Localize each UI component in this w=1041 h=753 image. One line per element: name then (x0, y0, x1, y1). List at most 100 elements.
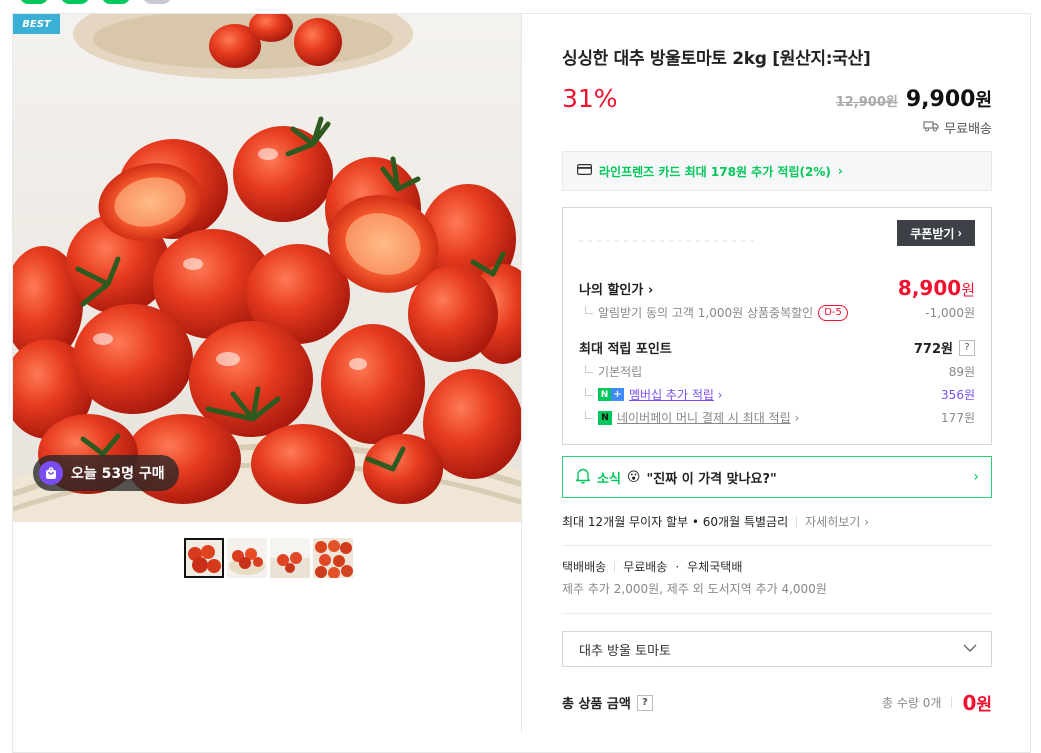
thumbnail-3[interactable] (270, 538, 310, 578)
installment-detail-link[interactable]: 자세히보기 › (805, 513, 869, 530)
total-quantity: 총 수량 0개 (882, 696, 942, 710)
chevron-right-icon: › (957, 226, 962, 240)
coupon-button-label: 쿠폰받기 (910, 226, 955, 241)
delivery-carrier: 우체국택배 (687, 560, 743, 574)
original-price: 12,900원 (835, 95, 898, 110)
product-title: 싱싱한 대추 방울토마토 2kg [원산지:국산] (562, 49, 871, 69)
column-divider (521, 13, 522, 733)
indent-mark (585, 411, 593, 419)
max-points-label: 최대 적립 포인트 (579, 342, 672, 357)
indent-mark (585, 365, 593, 373)
thumbnail-1[interactable] (184, 538, 224, 578)
card-benefit-banner[interactable]: 라인프렌즈 카드 최대 178원 추가 적립(2%) › (562, 151, 992, 191)
top-tab-indicators (20, 0, 171, 4)
total-price: 0원 (962, 690, 992, 715)
coupon-description-placeholder (579, 240, 759, 242)
chevron-right-icon: › (717, 388, 723, 402)
news-banner[interactable]: 소식 😮 "진짜 이 가격 맞나요?" › (562, 456, 992, 498)
delivery-info: 택배배송 무료배송 · 우체국택배 (562, 558, 742, 575)
delivery-extra-fee-note: 제주 추가 2,000원, 제주 외 도서지역 추가 4,000원 (562, 582, 827, 596)
total-label: 총 상품 금액 (562, 697, 631, 712)
news-text: "진짜 이 가격 맞나요?" (646, 471, 777, 487)
indent-mark (585, 306, 593, 314)
card-benefit-text: 라인프렌즈 카드 최대 178원 추가 적립(2%) (599, 164, 831, 179)
sale-price: 9,900원 (906, 86, 992, 112)
total-price-row: 총 상품 금액? 총 수량 0개 0원 (562, 690, 992, 715)
separator (614, 561, 616, 572)
sale-price-unit: 원 (975, 90, 992, 111)
sale-price-number: 9,900 (905, 87, 976, 112)
credit-card-icon (577, 164, 593, 178)
installment-text: 최대 12개월 무이자 할부 • 60개월 특별금리 (562, 515, 789, 529)
chevron-right-icon: › (973, 469, 979, 485)
npay-points-value: 177원 (941, 411, 975, 425)
npay-label: 네이버페이 머니 결제 시 최대 적립 (617, 411, 791, 425)
tomato-photo (13, 14, 521, 522)
naver-plus-membership-icon: N + (598, 388, 624, 401)
chevron-down-icon (963, 644, 977, 652)
price-area: 12,900원 9,900원 (836, 86, 992, 112)
delivery-type: 택배배송 (562, 560, 607, 574)
option-select[interactable]: 대추 방울 토마토 (562, 631, 992, 667)
thumbnail-list (184, 538, 353, 578)
alarm-discount-row: 알림받기 동의 고객 1,000원 상품중복할인 D-5 -1,000원 (579, 304, 975, 321)
indent-mark (585, 388, 593, 396)
surprised-emoji-icon: 😮 (626, 469, 641, 485)
shipping-info: 무료배송 (923, 118, 992, 137)
thumbnail-4[interactable] (313, 538, 353, 578)
basic-points-label: 기본적립 (598, 365, 643, 379)
max-points-value: 772원 (913, 342, 953, 357)
npay-points-row: N 네이버페이 머니 결제 시 최대 적립 › 177원 (579, 409, 975, 426)
indicator-dot (102, 0, 130, 4)
coupon-download-button[interactable]: 쿠폰받기 › (897, 220, 975, 246)
delivery-fee: 무료배송 (623, 560, 668, 574)
npay-link[interactable]: 네이버페이 머니 결제 시 최대 적립 › (617, 409, 799, 426)
option-selected-value: 대추 방울 토마토 (579, 643, 671, 659)
help-icon[interactable]: ? (959, 339, 975, 356)
truck-icon (923, 120, 939, 136)
my-price-label-link[interactable]: 나의 할인가 › (579, 279, 653, 298)
installment-info: 최대 12개월 무이자 할부 • 60개월 특별금리 자세히보기 › (562, 513, 869, 530)
chevron-right-icon: › (794, 411, 800, 425)
alarm-discount-value: -1,000원 (925, 306, 975, 320)
max-points-row: 최대 적립 포인트 772원? (579, 338, 975, 357)
shipping-text: 무료배송 (944, 122, 992, 137)
today-purchase-text: 오늘 53명 구매 (71, 466, 165, 482)
alarm-discount-label: 알림받기 동의 고객 1,000원 상품중복할인 (598, 306, 814, 320)
today-purchase-badge: 오늘 53명 구매 (33, 455, 179, 491)
discount-rate: 31% (562, 84, 618, 113)
my-price-label: 나의 할인가 (579, 282, 644, 298)
membership-link[interactable]: 멤버십 추가 적립 › (629, 386, 723, 403)
basic-points-value: 89원 (948, 365, 975, 379)
bell-icon (575, 467, 591, 488)
separator (951, 697, 953, 708)
best-badge: BEST (13, 14, 60, 34)
membership-points-row: N + 멤버십 추가 적립 › 356원 (579, 386, 975, 403)
thumbnail-2[interactable] (227, 538, 267, 578)
divider (562, 613, 992, 614)
d-day-badge: D-5 (818, 304, 848, 321)
indicator-dot (20, 0, 48, 4)
my-price-value: 8,900원 (898, 276, 975, 300)
total-price-unit: 원 (976, 695, 992, 715)
total-price-number: 0 (962, 691, 977, 715)
separator (796, 516, 798, 527)
my-price-number: 8,900 (897, 276, 962, 300)
indicator-dot (61, 0, 89, 4)
dot-separator: · (675, 559, 680, 574)
chevron-right-icon: › (837, 164, 843, 178)
naver-pay-icon: N (598, 410, 612, 425)
my-price-row: 나의 할인가 › 8,900원 (579, 276, 975, 300)
divider (562, 545, 992, 546)
shopping-bag-icon (39, 461, 63, 485)
indicator-dot (143, 0, 171, 4)
help-icon[interactable]: ? (636, 694, 653, 711)
coupon-benefit-box: 쿠폰받기 › 나의 할인가 › 8,900원 알림받기 동의 고객 1,000원… (562, 207, 992, 445)
membership-points-value: 356원 (941, 388, 975, 402)
news-label: 소식 (597, 471, 621, 487)
basic-points-row: 기본적립 89원 (579, 363, 975, 380)
main-product-image[interactable]: BEST 오늘 53명 구매 (13, 14, 521, 522)
chevron-right-icon: › (647, 282, 654, 298)
my-price-unit: 원 (961, 281, 975, 299)
membership-label: 멤버십 추가 적립 (629, 388, 714, 402)
